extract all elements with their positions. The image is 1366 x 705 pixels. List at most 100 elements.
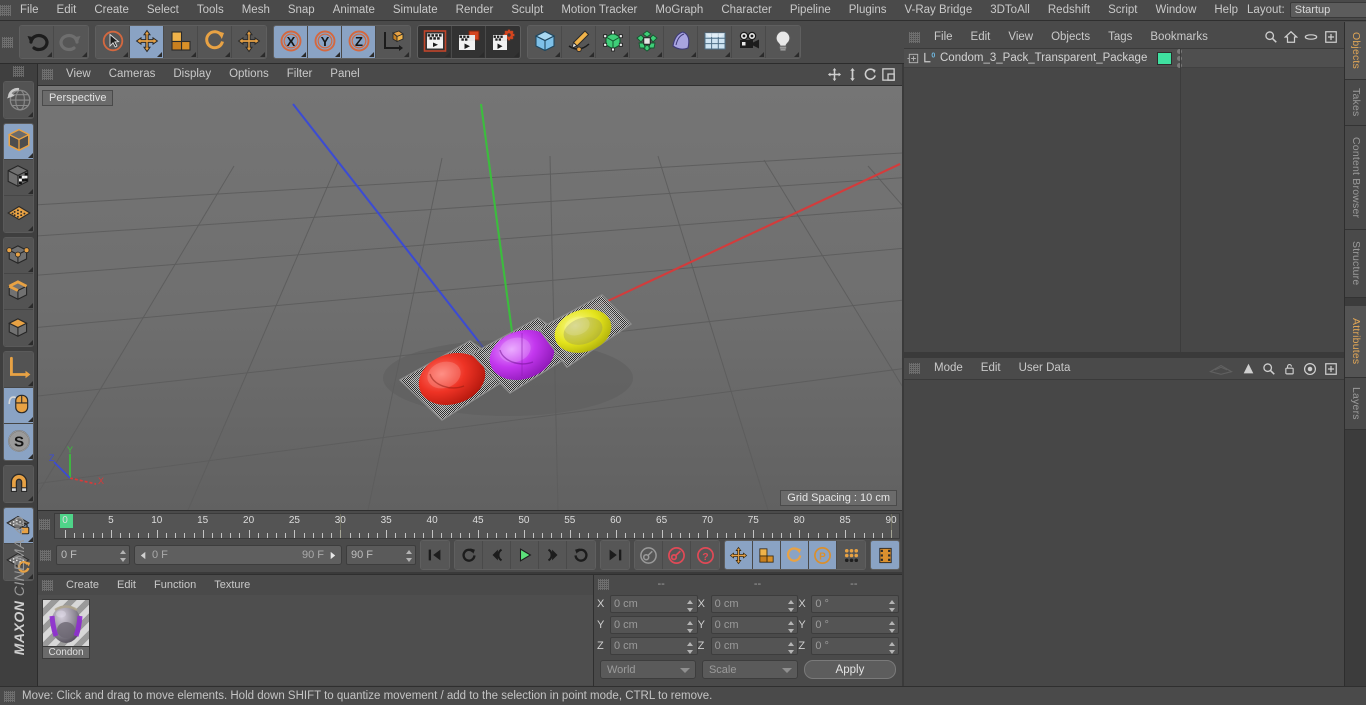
record-active-objects-button[interactable] (635, 541, 663, 569)
menu-motion-tracker[interactable]: Motion Tracker (552, 0, 646, 21)
menu-grip[interactable] (0, 4, 11, 16)
render-to-picture-viewer-button[interactable] (452, 26, 486, 58)
magnet-tool-button[interactable] (4, 466, 33, 502)
go-to-end-button[interactable] (601, 541, 629, 569)
timeline-toggle-button[interactable] (871, 541, 899, 569)
search-icon[interactable] (1262, 362, 1276, 376)
interface-icon[interactable] (1207, 362, 1235, 376)
coordinates-grip[interactable] (598, 578, 609, 590)
expand-toggle-icon[interactable] (907, 52, 920, 65)
preview-range-slider[interactable]: 0 F 90 F (134, 545, 342, 565)
menu-tools[interactable]: Tools (188, 0, 233, 21)
render-settings-button[interactable] (486, 26, 520, 58)
add-spline-button[interactable] (562, 26, 596, 58)
right-tab-layers[interactable]: Layers (1345, 378, 1366, 430)
keyframe-selection-button[interactable]: ? (691, 541, 719, 569)
menu-character[interactable]: Character (712, 0, 781, 21)
object-menu-tags[interactable]: Tags (1099, 27, 1141, 48)
object-menu-bookmarks[interactable]: Bookmarks (1141, 27, 1217, 48)
lock-icon[interactable] (1283, 362, 1296, 376)
attributes-content[interactable] (904, 379, 1344, 686)
viewport-menu-cameras[interactable]: Cameras (100, 64, 165, 85)
record-rotation-button[interactable] (781, 541, 809, 569)
coord-position-input[interactable]: 0 cm (610, 616, 698, 634)
add-light-button[interactable] (766, 26, 800, 58)
menu-select[interactable]: Select (138, 0, 188, 21)
material-tag[interactable] (1157, 51, 1173, 65)
end-frame-field[interactable]: 90 F (346, 545, 416, 565)
move-duplicate-button[interactable] (232, 26, 266, 58)
end-frame-stepper[interactable] (405, 550, 412, 562)
menu-pipeline[interactable]: Pipeline (781, 0, 840, 21)
menu-sculpt[interactable]: Sculpt (502, 0, 552, 21)
attributes-menu-edit[interactable]: Edit (972, 358, 1010, 379)
loop-playback-button[interactable] (567, 541, 595, 569)
attributes-menu-user-data[interactable]: User Data (1010, 358, 1080, 379)
add-deformer-button[interactable] (630, 26, 664, 58)
dolly-camera-icon[interactable] (845, 67, 860, 82)
add-camera-button[interactable] (732, 26, 766, 58)
material-menu-texture[interactable]: Texture (205, 575, 259, 596)
expand-icon[interactable] (1324, 30, 1338, 44)
menu-create[interactable]: Create (85, 0, 138, 21)
play-backwards-loop-button[interactable] (455, 541, 483, 569)
lock-y-button[interactable]: Y (308, 26, 342, 58)
object-axis-button[interactable] (4, 352, 33, 388)
record-parameter-button[interactable]: P (809, 541, 837, 569)
current-frame-stepper[interactable] (119, 550, 126, 562)
viewport-solo-button[interactable] (4, 388, 33, 424)
add-scene-object-button[interactable] (664, 26, 698, 58)
current-frame-field[interactable]: 0 F (56, 545, 130, 565)
live-selection-button[interactable] (96, 26, 130, 58)
expand-icon[interactable] (1324, 362, 1338, 376)
menu-mograph[interactable]: MoGraph (646, 0, 712, 21)
maximize-viewport-icon[interactable] (881, 67, 896, 82)
ellipse-icon[interactable] (1304, 30, 1318, 44)
status-grip[interactable] (4, 690, 15, 702)
object-menu-edit[interactable]: Edit (962, 27, 1000, 48)
object-tree[interactable]: 0 Condom_3_Pack_Transparent_Package (904, 48, 1344, 352)
menu-snap[interactable]: Snap (279, 0, 324, 21)
record-position-button[interactable] (725, 541, 753, 569)
menu-simulate[interactable]: Simulate (384, 0, 447, 21)
texture-mode-button[interactable] (4, 160, 33, 196)
3d-viewport[interactable]: Perspective Grid Spacing : 10 cm X Y Z (38, 86, 902, 510)
target-icon[interactable] (1303, 362, 1317, 376)
render-view-button[interactable] (418, 26, 452, 58)
right-tab-content-browser[interactable]: Content Browser (1345, 126, 1366, 230)
coord-stepper[interactable] (888, 642, 895, 654)
coord-stepper[interactable] (787, 642, 794, 654)
add-environment-button[interactable] (698, 26, 732, 58)
viewport-menu-options[interactable]: Options (220, 64, 278, 85)
coord-stepper[interactable] (787, 621, 794, 633)
menu-script[interactable]: Script (1099, 0, 1146, 21)
soft-selection-button[interactable]: S (4, 424, 33, 460)
add-primitive-button[interactable] (528, 26, 562, 58)
go-to-start-button[interactable] (421, 541, 449, 569)
coord-stepper[interactable] (888, 621, 895, 633)
menu-help[interactable]: Help (1205, 0, 1247, 21)
step-forward-button[interactable] (539, 541, 567, 569)
viewport-grip[interactable] (42, 69, 53, 80)
menu-window[interactable]: Window (1146, 0, 1205, 21)
viewport-menu-display[interactable]: Display (164, 64, 220, 85)
coord-size-input[interactable]: 0 cm (710, 616, 799, 634)
coord-system-dropdown[interactable]: World (600, 660, 696, 679)
timeline-grip[interactable] (39, 519, 50, 530)
timeline-controls-grip[interactable] (40, 549, 51, 561)
right-tab-takes[interactable]: Takes (1345, 80, 1366, 126)
coord-stepper[interactable] (787, 600, 794, 612)
cursor-arrow-icon[interactable] (1242, 362, 1255, 376)
search-icon[interactable] (1264, 30, 1278, 44)
viewport-menu-panel[interactable]: Panel (321, 64, 368, 85)
coord-stepper[interactable] (687, 600, 694, 612)
attributes-menu-mode[interactable]: Mode (925, 358, 972, 379)
layout-dropdown[interactable]: Startup (1289, 2, 1366, 18)
menu-edit[interactable]: Edit (48, 0, 86, 21)
model-mode-button[interactable] (4, 124, 33, 160)
viewport-menu-view[interactable]: View (57, 64, 100, 85)
material-grip[interactable] (42, 579, 53, 591)
viewport-menu-filter[interactable]: Filter (278, 64, 322, 85)
material-thumbnail[interactable] (42, 599, 90, 647)
menu-file[interactable]: File (11, 0, 48, 21)
